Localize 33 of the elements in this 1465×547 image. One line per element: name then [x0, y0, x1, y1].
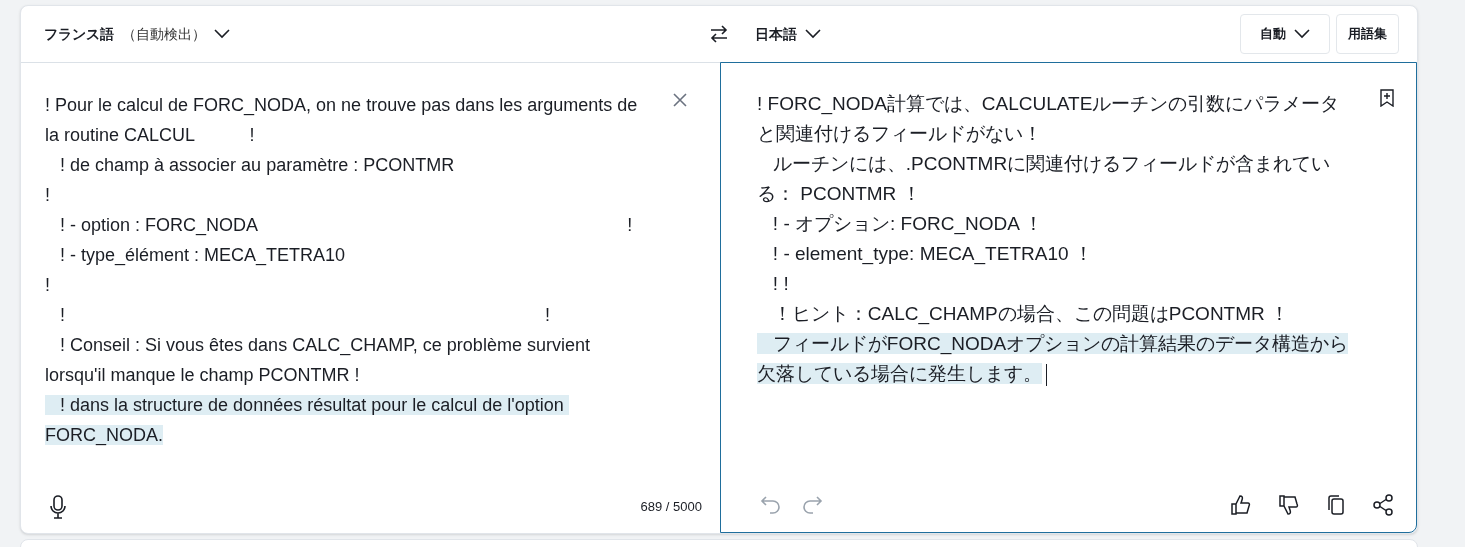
source-language-selector[interactable]: フランス語 （自動検出） — [44, 23, 230, 45]
thumbs-up-icon[interactable] — [1230, 494, 1252, 516]
text-line: ! Pour le calcul de FORC_NODA, on ne trouve pas dans les arguments de la routine CALCUL ! — [45, 94, 639, 147]
close-icon[interactable] — [672, 92, 688, 108]
share-icon[interactable] — [1372, 494, 1394, 516]
text-line: ! ! — [771, 272, 790, 296]
text-line: フィールドがFORC_NODAオプションの計算結果のデータ構造から欠落している場合に発生します。 — [757, 332, 1350, 388]
text-line: ! — [45, 274, 51, 297]
text-line: ! - オプション: FORC_NODA ！ — [771, 212, 1045, 237]
text-line: ! — [45, 184, 51, 207]
copy-icon[interactable] — [1326, 494, 1346, 516]
undo-icon[interactable] — [760, 495, 782, 515]
target-language-selector[interactable]: 日本語 — [755, 23, 821, 45]
chevron-down-icon — [805, 29, 821, 39]
thumbs-down-icon[interactable] — [1278, 494, 1300, 516]
chevron-down-icon — [1294, 29, 1310, 39]
text-line: ルーチンには、.PCONTMRに関連付けるフィールドが含まれている： PCONTMR ！ — [757, 152, 1332, 206]
character-count: 689 / 5000 — [640, 498, 702, 517]
microphone-icon[interactable] — [50, 495, 66, 519]
text-line: ! - element_type: MECA_TETRA10 ！ — [771, 242, 1094, 267]
text-line: ! - option : FORC_NODA ! — [59, 214, 634, 238]
text-line: ! - type_élément : MECA_TETRA10 — [59, 244, 347, 268]
glossary-button[interactable]: 用語集 — [1336, 14, 1399, 54]
swap-icon[interactable] — [709, 24, 729, 44]
text-line: ! Conseil : Si vous êtes dans CALC_CHAMP, ce problème survient lorsqu'il manque le champ PCONTMR ! — [45, 334, 591, 387]
formality-dropdown[interactable]: 自動 — [1240, 14, 1330, 54]
chevron-down-icon — [214, 29, 230, 39]
bookmark-plus-icon[interactable] — [1380, 89, 1394, 107]
text-line: ！ヒント：CALC_CHAMPの場合、この問題はPCONTMR ！ — [771, 302, 1291, 327]
redo-icon[interactable] — [801, 495, 823, 515]
text-line: ! FORC_NODA計算では、CALCULATEルーチンの引数にパラメータと関連付けるフィールドがない！ — [757, 92, 1341, 146]
text-line: ! de champ à associer au paramètre : PCONTMR — [59, 154, 456, 177]
text-line: ! ! — [59, 304, 552, 327]
